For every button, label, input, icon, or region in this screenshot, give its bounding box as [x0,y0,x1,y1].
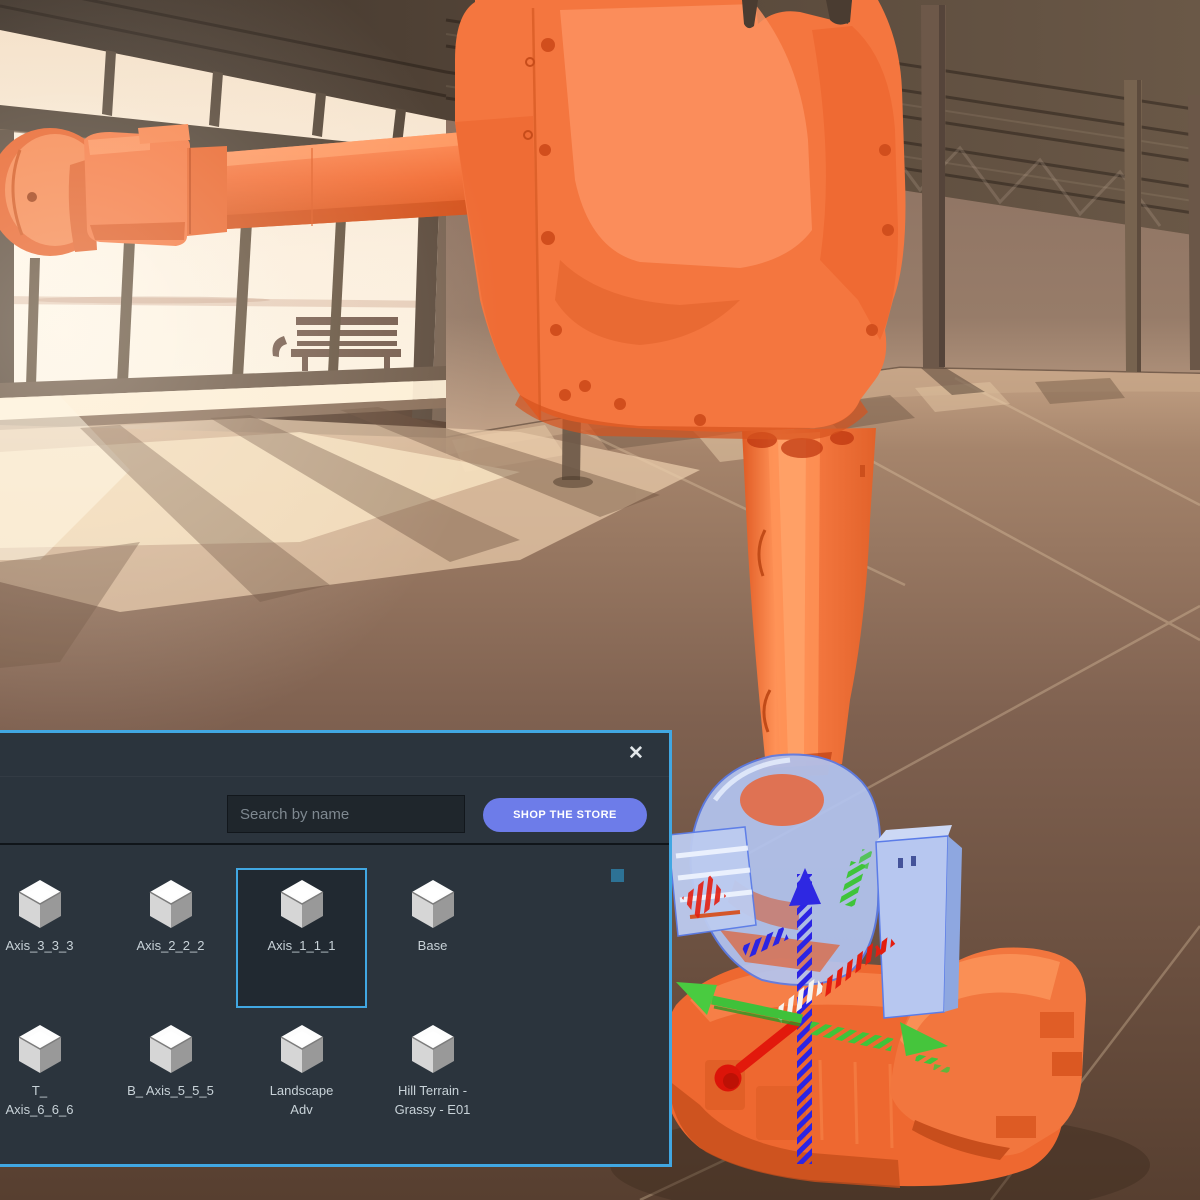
asset-item-label: Base [418,937,448,956]
asset-item[interactable]: Base [367,868,498,1008]
asset-item-label: Hill Terrain - Grassy - E01 [395,1082,471,1120]
asset-browser-panel: ✕ SHOP THE STORE Axis_3_3_3 Axis_2_2_2 A… [0,730,672,1167]
asset-item-label: T_ Axis_6_6_6 [6,1082,74,1120]
asset-cube-icon [410,1024,456,1074]
toolbar-divider [0,843,669,845]
asset-item[interactable]: Landscape Adv [236,1013,367,1153]
asset-cube-icon [148,1024,194,1074]
asset-item-label: Landscape Adv [270,1082,334,1120]
asset-cube-icon [17,1024,63,1074]
asset-grid-row-1: Axis_3_3_3 Axis_2_2_2 Axis_1_1_1 Base [0,868,498,1008]
asset-item-label: B_ Axis_5_5_5 [127,1082,214,1101]
search-input[interactable] [227,795,465,833]
robot-body [455,0,906,440]
asset-cube-icon [279,879,325,929]
panel-header-divider [0,776,669,777]
asset-cube-icon [279,1024,325,1074]
shop-the-store-button[interactable]: SHOP THE STORE [483,798,647,832]
asset-cube-icon [17,879,63,929]
asset-item-label: Axis_2_2_2 [137,937,205,956]
asset-item[interactable]: Axis_2_2_2 [105,868,236,1008]
asset-item[interactable]: Axis_1_1_1 [236,868,367,1008]
asset-cube-icon [410,879,456,929]
scrollbar-thumb[interactable] [611,869,624,882]
asset-item[interactable]: Axis_3_3_3 [0,868,105,1008]
asset-item[interactable]: Hill Terrain - Grassy - E01 [367,1013,498,1153]
close-icon[interactable]: ✕ [625,743,647,765]
asset-item-label: Axis_3_3_3 [6,937,74,956]
asset-cube-icon [148,879,194,929]
asset-item[interactable]: B_ Axis_5_5_5 [105,1013,236,1153]
asset-item[interactable]: T_ Axis_6_6_6 [0,1013,105,1153]
asset-grid-row-2: T_ Axis_6_6_6 B_ Axis_5_5_5 Landscape Ad… [0,1013,498,1153]
asset-item-label: Axis_1_1_1 [268,937,336,956]
